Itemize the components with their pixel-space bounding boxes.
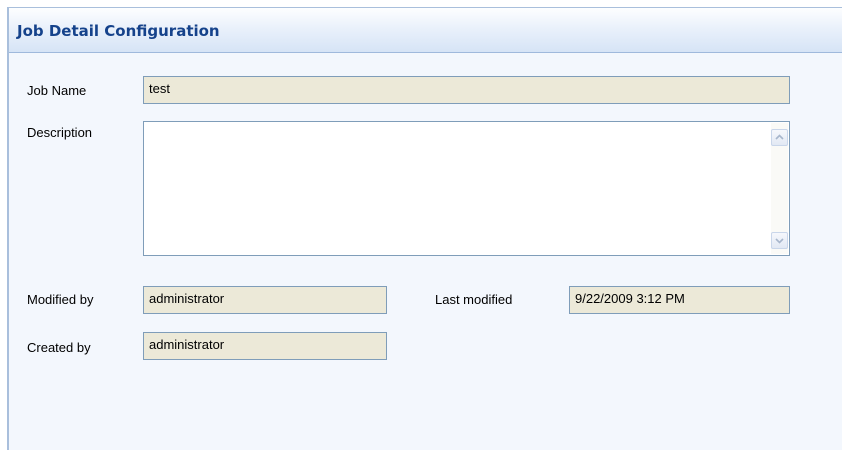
panel-header: Job Detail Configuration bbox=[9, 8, 842, 53]
modified-by-label: Modified by bbox=[27, 292, 94, 307]
last-modified-label: Last modified bbox=[435, 292, 513, 307]
created-by-label: Created by bbox=[27, 340, 91, 355]
job-name-field[interactable]: test bbox=[143, 76, 790, 104]
chevron-up-icon bbox=[775, 134, 784, 140]
description-textarea[interactable] bbox=[143, 121, 790, 256]
chevron-down-icon bbox=[775, 238, 784, 244]
scroll-up-button[interactable] bbox=[771, 129, 788, 146]
last-modified-field[interactable]: 9/22/2009 3:12 PM bbox=[569, 286, 790, 314]
job-name-label: Job Name bbox=[27, 83, 87, 98]
description-scrollbar[interactable] bbox=[771, 123, 788, 254]
panel-title: Job Detail Configuration bbox=[17, 22, 220, 40]
created-by-field[interactable]: administrator bbox=[143, 332, 387, 360]
scroll-down-button[interactable] bbox=[771, 232, 788, 249]
job-detail-panel: Job Detail Configuration Job Name test D… bbox=[7, 7, 842, 450]
modified-by-field[interactable]: administrator bbox=[143, 286, 387, 314]
description-label: Description bbox=[27, 125, 93, 140]
